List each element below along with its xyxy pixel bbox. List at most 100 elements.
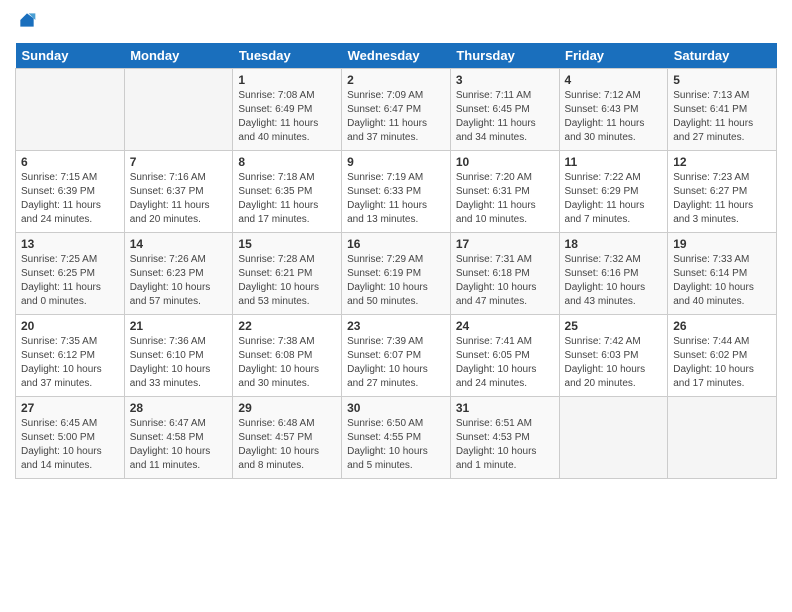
calendar-cell: 14 Sunrise: 7:26 AM Sunset: 6:23 PM Dayli… bbox=[124, 232, 233, 314]
day-number: 16 bbox=[347, 237, 445, 251]
day-number: 18 bbox=[565, 237, 663, 251]
day-info: Sunrise: 7:16 AM Sunset: 6:37 PM Dayligh… bbox=[130, 171, 228, 227]
day-info: Sunrise: 7:26 AM Sunset: 6:23 PM Dayligh… bbox=[130, 253, 228, 309]
day-info: Sunrise: 7:39 AM Sunset: 6:07 PM Dayligh… bbox=[347, 335, 445, 391]
day-number: 23 bbox=[347, 319, 445, 333]
calendar-cell: 2 Sunrise: 7:09 AM Sunset: 6:47 PM Daylig… bbox=[342, 68, 451, 150]
day-number: 8 bbox=[238, 155, 336, 169]
logo-line1 bbox=[15, 10, 37, 35]
day-number: 2 bbox=[347, 73, 445, 87]
calendar-cell: 5Sunrise: 7:13 AM Sunset: 6:41 PM Daylig… bbox=[668, 68, 777, 150]
calendar-cell: 25 Sunrise: 7:42 AM Sunset: 6:03 PM Dayli… bbox=[559, 314, 668, 396]
day-info: Sunrise: 7:29 AM Sunset: 6:19 PM Dayligh… bbox=[347, 253, 445, 309]
calendar-cell bbox=[16, 68, 125, 150]
day-info: Sunrise: 7:36 AM Sunset: 6:10 PM Dayligh… bbox=[130, 335, 228, 391]
day-number: 21 bbox=[130, 319, 228, 333]
calendar-cell: 11 Sunrise: 7:22 AM Sunset: 6:29 PM Dayli… bbox=[559, 150, 668, 232]
day-number: 26 bbox=[673, 319, 771, 333]
calendar-cell: 8Sunrise: 7:18 AM Sunset: 6:35 PM Daylig… bbox=[233, 150, 342, 232]
day-number: 14 bbox=[130, 237, 228, 251]
day-number: 24 bbox=[456, 319, 554, 333]
day-number: 28 bbox=[130, 401, 228, 415]
day-info: Sunrise: 6:48 AM Sunset: 4:57 PM Dayligh… bbox=[238, 417, 336, 473]
day-info: Sunrise: 7:23 AM Sunset: 6:27 PM Dayligh… bbox=[673, 171, 771, 227]
calendar-cell: 3 Sunrise: 7:11 AM Sunset: 6:45 PM Daylig… bbox=[450, 68, 559, 150]
day-number: 11 bbox=[565, 155, 663, 169]
day-info: Sunrise: 7:13 AM Sunset: 6:41 PM Dayligh… bbox=[673, 89, 771, 145]
weekday-header-sunday: Sunday bbox=[16, 43, 125, 69]
calendar-week-2: 6Sunrise: 7:15 AM Sunset: 6:39 PM Daylig… bbox=[16, 150, 777, 232]
day-info: Sunrise: 7:19 AM Sunset: 6:33 PM Dayligh… bbox=[347, 171, 445, 227]
day-info: Sunrise: 7:22 AM Sunset: 6:29 PM Dayligh… bbox=[565, 171, 663, 227]
day-info: Sunrise: 7:35 AM Sunset: 6:12 PM Dayligh… bbox=[21, 335, 119, 391]
weekday-header-thursday: Thursday bbox=[450, 43, 559, 69]
day-info: Sunrise: 7:08 AM Sunset: 6:49 PM Dayligh… bbox=[238, 89, 336, 145]
day-info: Sunrise: 7:09 AM Sunset: 6:47 PM Dayligh… bbox=[347, 89, 445, 145]
weekday-header-tuesday: Tuesday bbox=[233, 43, 342, 69]
day-number: 6 bbox=[21, 155, 119, 169]
day-info: Sunrise: 7:38 AM Sunset: 6:08 PM Dayligh… bbox=[238, 335, 336, 391]
calendar-cell bbox=[668, 396, 777, 478]
calendar-cell: 19 Sunrise: 7:33 AM Sunset: 6:14 PM Dayli… bbox=[668, 232, 777, 314]
calendar-week-5: 27 Sunrise: 6:45 AM Sunset: 5:00 PM Dayli… bbox=[16, 396, 777, 478]
day-number: 12 bbox=[673, 155, 771, 169]
day-info: Sunrise: 7:28 AM Sunset: 6:21 PM Dayligh… bbox=[238, 253, 336, 309]
logo-icon bbox=[17, 10, 37, 30]
day-number: 30 bbox=[347, 401, 445, 415]
calendar-cell: 27 Sunrise: 6:45 AM Sunset: 5:00 PM Dayli… bbox=[16, 396, 125, 478]
calendar-cell: 16 Sunrise: 7:29 AM Sunset: 6:19 PM Dayli… bbox=[342, 232, 451, 314]
day-number: 17 bbox=[456, 237, 554, 251]
day-number: 10 bbox=[456, 155, 554, 169]
day-info: Sunrise: 7:20 AM Sunset: 6:31 PM Dayligh… bbox=[456, 171, 554, 227]
day-number: 1 bbox=[238, 73, 336, 87]
calendar-cell bbox=[559, 396, 668, 478]
logo bbox=[15, 10, 37, 35]
calendar-cell: 20 Sunrise: 7:35 AM Sunset: 6:12 PM Dayli… bbox=[16, 314, 125, 396]
day-info: Sunrise: 6:50 AM Sunset: 4:55 PM Dayligh… bbox=[347, 417, 445, 473]
calendar-cell: 4Sunrise: 7:12 AM Sunset: 6:43 PM Daylig… bbox=[559, 68, 668, 150]
calendar-cell: 24 Sunrise: 7:41 AM Sunset: 6:05 PM Dayli… bbox=[450, 314, 559, 396]
header bbox=[15, 10, 777, 35]
calendar-cell bbox=[124, 68, 233, 150]
calendar-cell: 18 Sunrise: 7:32 AM Sunset: 6:16 PM Dayli… bbox=[559, 232, 668, 314]
weekday-header-saturday: Saturday bbox=[668, 43, 777, 69]
day-info: Sunrise: 6:45 AM Sunset: 5:00 PM Dayligh… bbox=[21, 417, 119, 473]
calendar-table: SundayMondayTuesdayWednesdayThursdayFrid… bbox=[15, 43, 777, 479]
day-number: 25 bbox=[565, 319, 663, 333]
calendar-cell: 29Sunrise: 6:48 AM Sunset: 4:57 PM Dayli… bbox=[233, 396, 342, 478]
weekday-header-row: SundayMondayTuesdayWednesdayThursdayFrid… bbox=[16, 43, 777, 69]
calendar-cell: 30 Sunrise: 6:50 AM Sunset: 4:55 PM Dayli… bbox=[342, 396, 451, 478]
day-info: Sunrise: 7:33 AM Sunset: 6:14 PM Dayligh… bbox=[673, 253, 771, 309]
calendar-cell: 13Sunrise: 7:25 AM Sunset: 6:25 PM Dayli… bbox=[16, 232, 125, 314]
day-number: 27 bbox=[21, 401, 119, 415]
day-info: Sunrise: 7:42 AM Sunset: 6:03 PM Dayligh… bbox=[565, 335, 663, 391]
day-number: 15 bbox=[238, 237, 336, 251]
weekday-header-monday: Monday bbox=[124, 43, 233, 69]
day-info: Sunrise: 7:25 AM Sunset: 6:25 PM Dayligh… bbox=[21, 253, 119, 309]
day-info: Sunrise: 7:11 AM Sunset: 6:45 PM Dayligh… bbox=[456, 89, 554, 145]
logo-text bbox=[15, 10, 37, 35]
calendar-week-1: 1 Sunrise: 7:08 AM Sunset: 6:49 PM Daylig… bbox=[16, 68, 777, 150]
day-number: 7 bbox=[130, 155, 228, 169]
day-number: 20 bbox=[21, 319, 119, 333]
day-info: Sunrise: 6:47 AM Sunset: 4:58 PM Dayligh… bbox=[130, 417, 228, 473]
day-number: 19 bbox=[673, 237, 771, 251]
day-info: Sunrise: 7:32 AM Sunset: 6:16 PM Dayligh… bbox=[565, 253, 663, 309]
calendar-cell: 17Sunrise: 7:31 AM Sunset: 6:18 PM Dayli… bbox=[450, 232, 559, 314]
day-number: 4 bbox=[565, 73, 663, 87]
day-number: 31 bbox=[456, 401, 554, 415]
calendar-cell: 7 Sunrise: 7:16 AM Sunset: 6:37 PM Daylig… bbox=[124, 150, 233, 232]
calendar-week-4: 20 Sunrise: 7:35 AM Sunset: 6:12 PM Dayli… bbox=[16, 314, 777, 396]
day-info: Sunrise: 6:51 AM Sunset: 4:53 PM Dayligh… bbox=[456, 417, 554, 473]
calendar-cell: 12 Sunrise: 7:23 AM Sunset: 6:27 PM Dayli… bbox=[668, 150, 777, 232]
calendar-cell: 22Sunrise: 7:38 AM Sunset: 6:08 PM Dayli… bbox=[233, 314, 342, 396]
page-container: SundayMondayTuesdayWednesdayThursdayFrid… bbox=[0, 0, 792, 489]
day-info: Sunrise: 7:44 AM Sunset: 6:02 PM Dayligh… bbox=[673, 335, 771, 391]
calendar-week-3: 13Sunrise: 7:25 AM Sunset: 6:25 PM Dayli… bbox=[16, 232, 777, 314]
day-number: 9 bbox=[347, 155, 445, 169]
calendar-cell: 26 Sunrise: 7:44 AM Sunset: 6:02 PM Dayli… bbox=[668, 314, 777, 396]
weekday-header-wednesday: Wednesday bbox=[342, 43, 451, 69]
day-info: Sunrise: 7:41 AM Sunset: 6:05 PM Dayligh… bbox=[456, 335, 554, 391]
calendar-cell: 1 Sunrise: 7:08 AM Sunset: 6:49 PM Daylig… bbox=[233, 68, 342, 150]
day-number: 3 bbox=[456, 73, 554, 87]
